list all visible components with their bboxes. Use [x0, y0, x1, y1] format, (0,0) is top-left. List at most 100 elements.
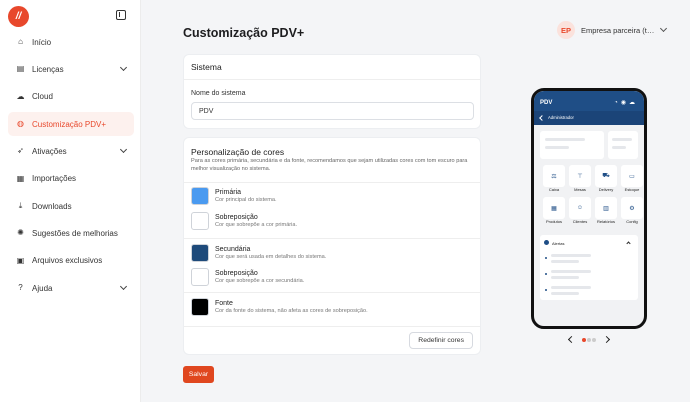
carousel-controls [566, 335, 612, 345]
users-icon: ☺ [576, 205, 584, 211]
color-description: Cor principal do sistema. [215, 197, 277, 204]
lightbulb-icon: ✺ [17, 228, 24, 238]
phone-tile-label: Relatórios [596, 219, 615, 224]
phone-tile: ☺ [569, 197, 591, 219]
sidebar-item[interactable]: ⤓ Downloads [8, 194, 134, 218]
color-swatch[interactable] [191, 244, 209, 262]
phone-tile-label: Produtos [545, 219, 562, 224]
user-name: Empresa parceira (teste) [581, 25, 657, 35]
sidebar-item-label: Licenças [32, 64, 64, 74]
phone-tile: ⚖ [543, 165, 565, 187]
chevron-up-icon [626, 241, 631, 246]
color-row-text: Secundária Cor que será usada em detalhes… [215, 246, 326, 261]
color-description: Cor que sobrepõe a cor primária. [215, 222, 298, 229]
sidebar-item[interactable]: ➶ Ativações [8, 139, 134, 163]
reset-colors-button[interactable]: Redefinir cores [409, 332, 473, 349]
home-icon: ⌂ [18, 37, 23, 46]
logo[interactable]: // [8, 6, 29, 27]
sidebar-item[interactable]: ▤ Licenças [8, 57, 134, 81]
color-row: Sobreposição Cor que sobrepõe a cor primá… [191, 212, 297, 230]
system-card-title: Sistema [184, 55, 480, 80]
sidebar-item-label: Customização PDV+ [32, 119, 107, 129]
sidebar-item[interactable]: ✺ Sugestões de melhorias [8, 221, 134, 245]
phone-tile-label: Estoque [624, 187, 640, 192]
sidebar-item-label: Arquivos exclusivos [32, 256, 103, 266]
chevron-down-icon [119, 146, 128, 154]
sidebar-item[interactable]: ☁ Cloud [8, 85, 134, 109]
sidebar-nav: ⌂ Início ▤ Licenças ☁ Cloud ◍ Customização PDV+… [8, 30, 134, 303]
phone-user-label: Administrador [548, 115, 574, 120]
color-row: Fonte Cor da fonte do sistema, não afeta … [191, 298, 368, 316]
cloud-icon: ☁ [16, 91, 25, 101]
sidebar-collapse-icon[interactable] [116, 10, 126, 20]
gear-icon: ⚙ [629, 205, 635, 212]
sidebar-item-label: Sugestões de melhorias [32, 228, 118, 238]
divider [184, 326, 480, 327]
chevron-down-icon [659, 24, 668, 33]
color-row: Secundária Cor que será usada em detalhes… [191, 244, 326, 262]
phone-title: PDV [540, 100, 553, 106]
delivery-icon: ⛟ [602, 173, 610, 179]
sidebar-item-label: Cloud [32, 92, 53, 102]
chevron-down-icon [119, 64, 128, 72]
alert-icon [544, 240, 549, 245]
color-name: Sobreposição [215, 213, 258, 221]
color-swatch[interactable] [191, 268, 209, 286]
color-description: Cor da fonte do sistema, não afeta as co… [215, 308, 368, 315]
chevron-right-icon[interactable] [602, 335, 611, 344]
phone-tile-label: Clientes [572, 219, 588, 224]
color-swatch[interactable] [191, 187, 209, 205]
system-name-label: Nome do sistema [191, 90, 246, 97]
back-icon [539, 114, 545, 121]
phone-tile: ⊤ [569, 165, 591, 187]
phone-alerts-title: Alertas [552, 241, 565, 246]
color-name: Secundária [215, 245, 251, 253]
carousel-dot[interactable] [592, 338, 596, 342]
sidebar-item[interactable]: ▦ Importações [8, 167, 134, 191]
divider [184, 292, 480, 293]
sidebar-item-label: Início [32, 37, 52, 47]
user-menu[interactable]: EP Empresa parceira (teste) [557, 21, 668, 39]
color-description: Cor que sobrepõe a cor secundária. [215, 278, 305, 285]
phone-tile: ⚙ [621, 197, 643, 219]
license-icon: ▤ [16, 64, 25, 74]
phone-tile: ▭ [621, 165, 643, 187]
sidebar-item[interactable]: ◍ Customização PDV+ [8, 112, 134, 137]
sidebar-item-label: Ativações [32, 146, 67, 156]
rocket-icon: ➶ [17, 146, 24, 156]
save-button[interactable]: Salvar [183, 366, 214, 383]
palette-icon: ◍ [17, 119, 24, 129]
color-row-text: Fonte Cor da fonte do sistema, não afeta … [215, 300, 368, 315]
phone-user-bar: Administrador [534, 111, 644, 125]
grid-icon: ▦ [551, 205, 557, 212]
phone-tile: ▥ [595, 197, 617, 219]
database-icon: ▦ [16, 173, 25, 183]
cashier-icon: ⚖ [551, 173, 557, 180]
phone-summary-card [608, 131, 638, 159]
system-name-input[interactable] [191, 102, 474, 120]
colors-card-description: Para as cores primária, secundária e da … [191, 158, 468, 172]
phone-tile-label: Config [626, 219, 638, 224]
sidebar-item[interactable]: ▣ Arquivos exclusivos [8, 249, 134, 273]
download-icon: ⤓ [18, 201, 23, 211]
sidebar-item[interactable]: ? Ajuda [8, 276, 134, 300]
phone-tile-label: Mesas [574, 187, 586, 192]
color-swatch[interactable] [191, 298, 209, 316]
divider [184, 238, 480, 239]
phone-alerts: Alertas [540, 235, 638, 300]
carousel-dot[interactable] [582, 338, 586, 342]
chevron-down-icon [119, 283, 128, 291]
sidebar-item-label: Downloads [32, 201, 72, 211]
phone-tile: ⛟ [595, 165, 617, 187]
sidebar-item-label: Ajuda [32, 283, 53, 293]
color-row-text: Primária Cor principal do sistema. [215, 189, 277, 204]
phone-summary-card [540, 131, 604, 159]
colors-card-title: Personalização de cores [191, 147, 285, 157]
phone-tile-label: Caixa [548, 187, 560, 192]
phone-tile: ▦ [543, 197, 565, 219]
carousel-dot[interactable] [587, 338, 591, 342]
sidebar-item[interactable]: ⌂ Início [8, 30, 134, 54]
colors-card: Personalização de cores Para as cores pr… [183, 137, 481, 355]
chevron-left-icon[interactable] [567, 335, 576, 344]
color-swatch[interactable] [191, 212, 209, 230]
